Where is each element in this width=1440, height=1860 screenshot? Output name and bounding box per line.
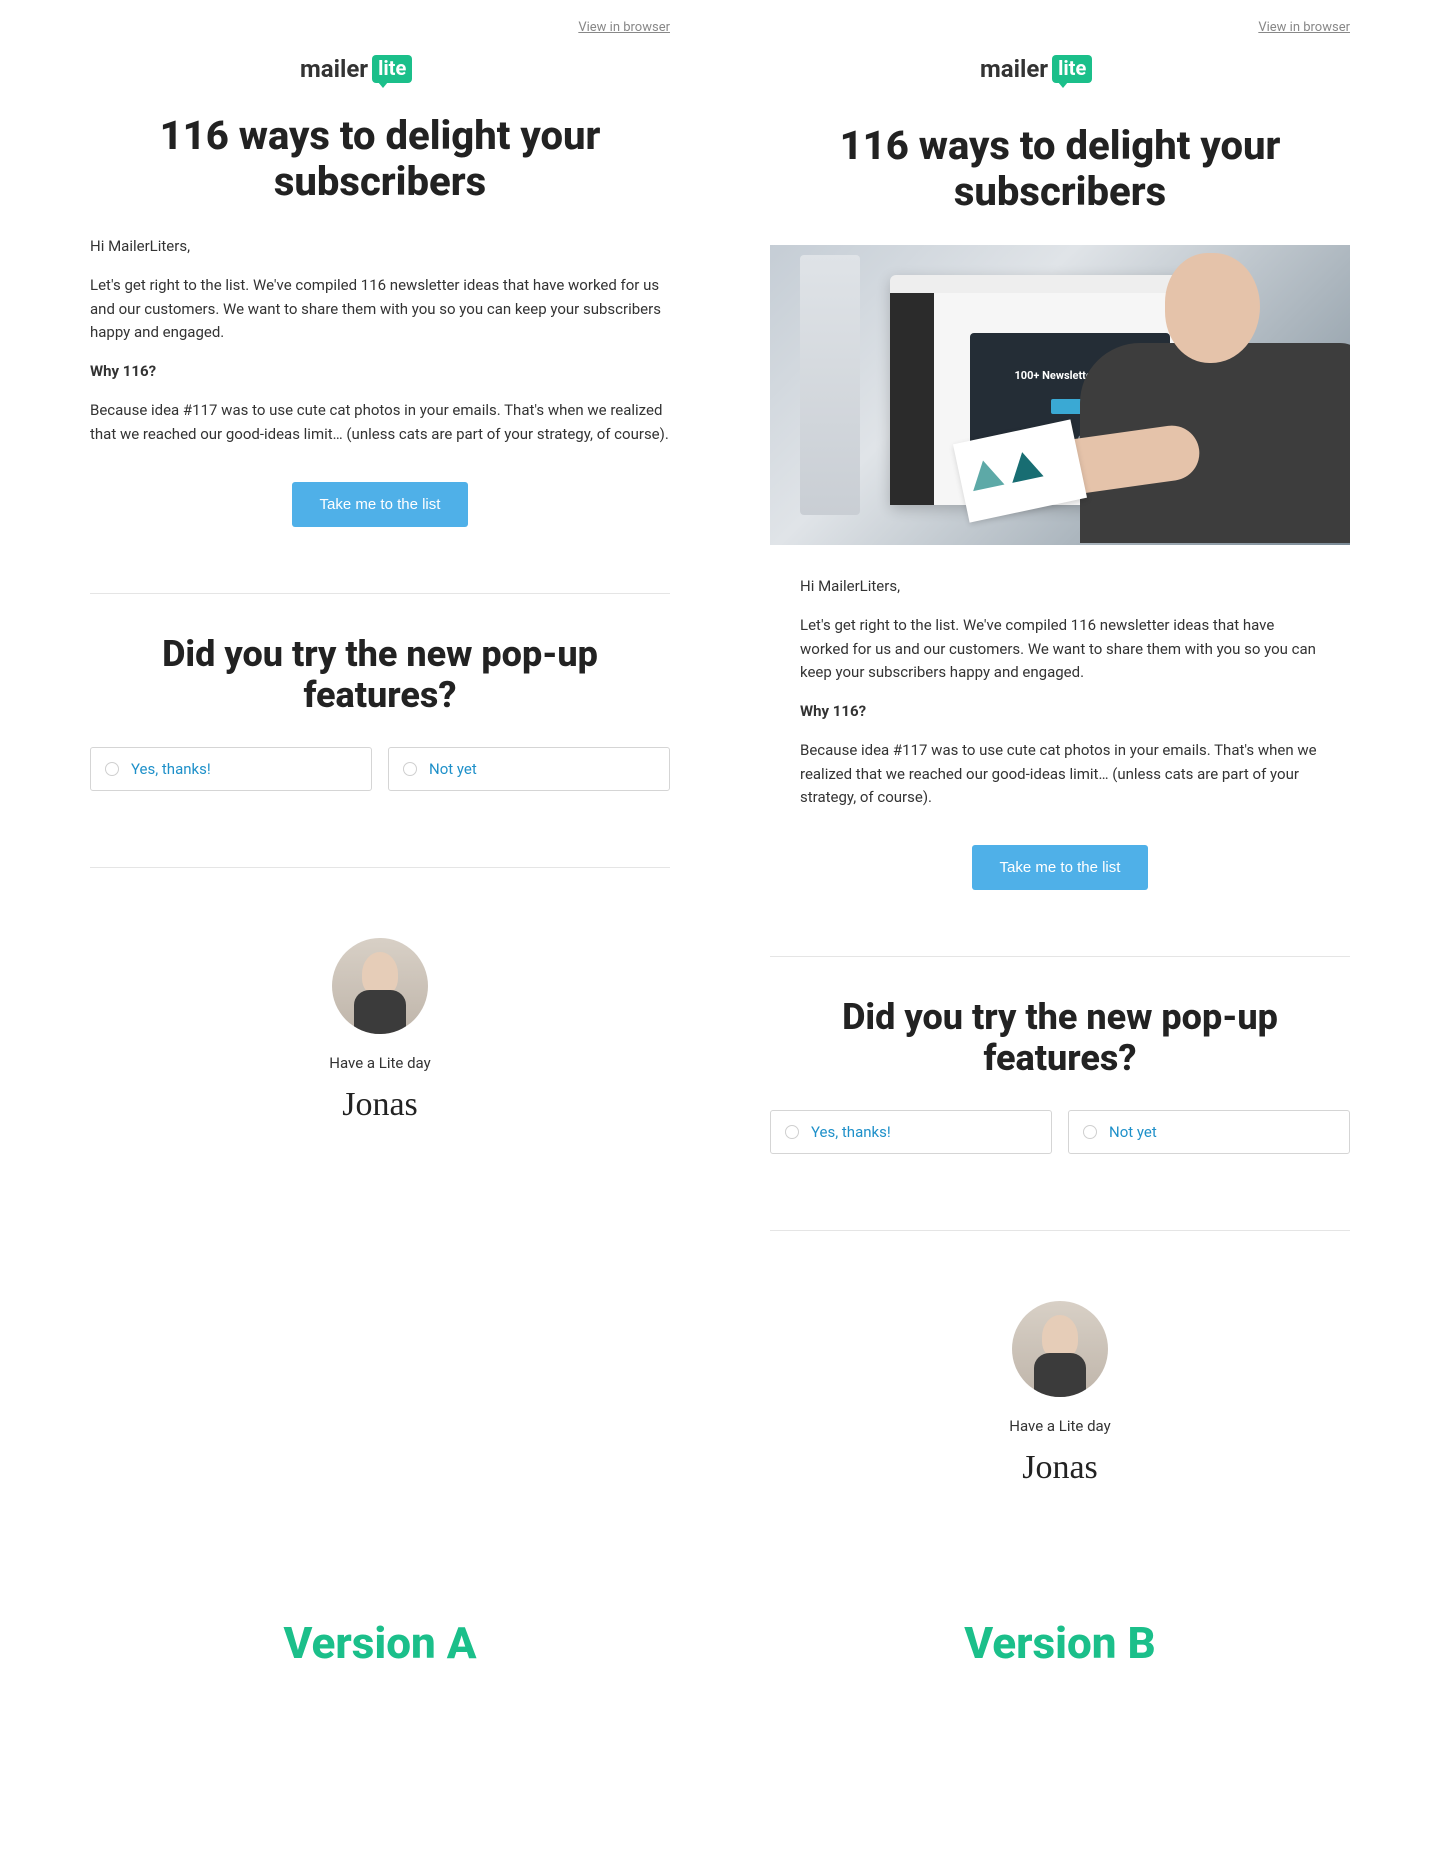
cta-button[interactable]: Take me to the list [972, 845, 1149, 890]
version-a-label: Version A [90, 1517, 670, 1669]
version-a-column: View in browser mailer lite 116 ways to … [90, 20, 670, 1669]
mailerlite-logo: mailer lite [300, 55, 670, 83]
logo-text-mailer: mailer [300, 55, 368, 83]
survey-question: Did you try the new pop-up features? [90, 634, 670, 717]
survey-options: Yes, thanks! Not yet [770, 1110, 1350, 1154]
version-b-label: Version B [770, 1517, 1350, 1669]
radio-icon [1083, 1125, 1097, 1139]
body-text: Hi MailerLiters, Let's get right to the … [90, 235, 670, 462]
logo-text-mailer: mailer [980, 55, 1048, 83]
radio-icon [403, 762, 417, 776]
why-label: Why 116? [800, 700, 1320, 723]
survey-options: Yes, thanks! Not yet [90, 747, 670, 791]
greeting: Hi MailerLiters, [800, 575, 1320, 598]
hero-image: 100+ Newsletter Ideas [770, 245, 1350, 545]
survey-question: Did you try the new pop-up features? [770, 997, 1350, 1080]
survey-option-yes-label: Yes, thanks! [131, 760, 211, 778]
survey-option-no[interactable]: Not yet [388, 747, 670, 791]
avatar [1012, 1301, 1108, 1397]
headline: 116 ways to delight your subscribers [90, 113, 670, 205]
hero-person [1040, 245, 1350, 545]
intro-paragraph: Let's get right to the list. We've compi… [800, 614, 1320, 684]
signoff-text: Have a Lite day [770, 1417, 1350, 1435]
hero-screen-sidebar [890, 293, 934, 505]
cta-button[interactable]: Take me to the list [292, 482, 469, 527]
intro-paragraph: Let's get right to the list. We've compi… [90, 274, 670, 344]
signature: Jonas [770, 1449, 1350, 1487]
version-b-column: View in browser mailer lite 116 ways to … [770, 20, 1350, 1669]
logo-text-lite: lite [1052, 55, 1092, 83]
survey-option-yes-label: Yes, thanks! [811, 1123, 891, 1141]
hero-monitor [800, 255, 860, 515]
avatar [332, 938, 428, 1034]
logo-text-lite: lite [372, 55, 412, 83]
survey-option-no-label: Not yet [1109, 1123, 1157, 1141]
why-label: Why 116? [90, 360, 670, 383]
radio-icon [105, 762, 119, 776]
headline: 116 ways to delight your subscribers [770, 123, 1350, 215]
signature: Jonas [90, 1086, 670, 1124]
survey-option-no-label: Not yet [429, 760, 477, 778]
divider [90, 593, 670, 594]
divider [770, 1230, 1350, 1231]
radio-icon [785, 1125, 799, 1139]
divider [90, 867, 670, 868]
body-text: Hi MailerLiters, Let's get right to the … [770, 575, 1350, 825]
divider [770, 956, 1350, 957]
why-body: Because idea #117 was to use cute cat ph… [800, 739, 1320, 809]
survey-option-no[interactable]: Not yet [1068, 1110, 1350, 1154]
view-in-browser-link[interactable]: View in browser [770, 20, 1350, 35]
signoff-text: Have a Lite day [90, 1054, 670, 1072]
mailerlite-logo: mailer lite [980, 55, 1350, 83]
greeting: Hi MailerLiters, [90, 235, 670, 258]
why-body: Because idea #117 was to use cute cat ph… [90, 399, 670, 446]
view-in-browser-link[interactable]: View in browser [90, 20, 670, 35]
survey-option-yes[interactable]: Yes, thanks! [90, 747, 372, 791]
survey-option-yes[interactable]: Yes, thanks! [770, 1110, 1052, 1154]
